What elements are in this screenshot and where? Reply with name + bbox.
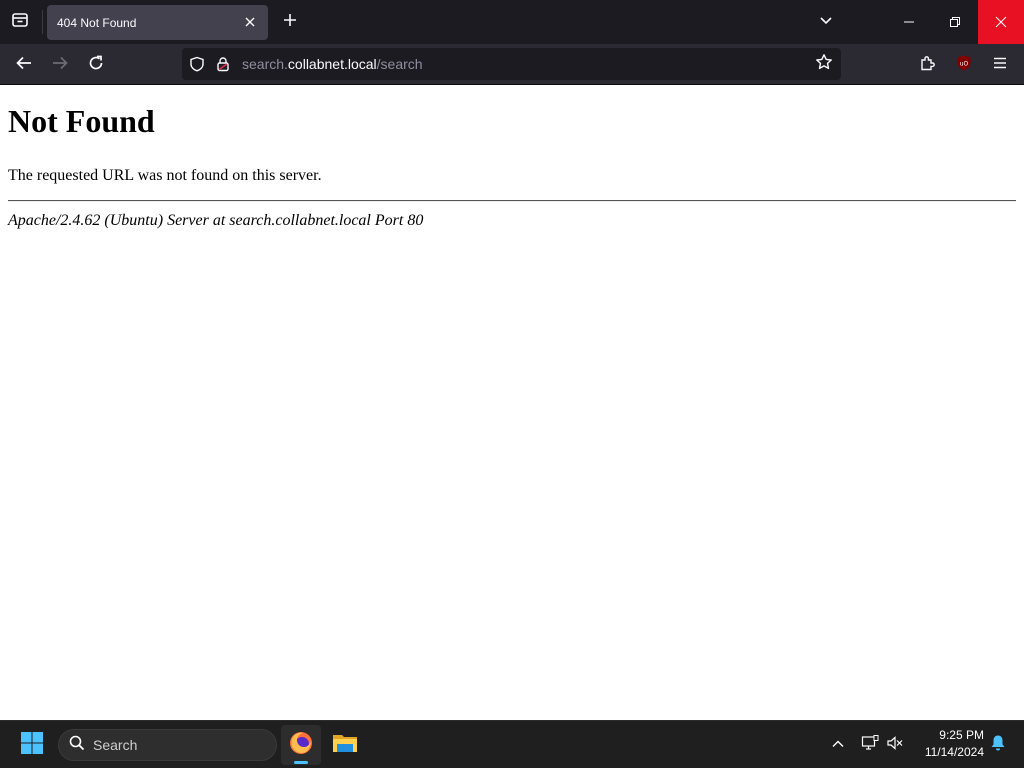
network-status-button[interactable] — [857, 731, 883, 759]
ublock-origin-button[interactable]: uO — [949, 50, 979, 80]
restore-icon — [949, 13, 961, 32]
minimize-window-button[interactable] — [886, 0, 932, 44]
forward-arrow-icon — [51, 54, 69, 76]
lock-icon[interactable] — [210, 51, 236, 77]
reload-button[interactable] — [81, 50, 111, 80]
firefox-icon — [288, 730, 314, 760]
chevron-up-icon — [831, 736, 845, 755]
close-window-button[interactable] — [978, 0, 1024, 44]
plus-icon — [282, 12, 298, 32]
notification-bell-icon — [990, 734, 1006, 756]
taskbar-app-firefox[interactable] — [281, 725, 321, 765]
notifications-button[interactable] — [985, 731, 1011, 759]
browser-titlebar: 404 Not Found — [0, 0, 1024, 44]
network-icon — [861, 735, 879, 755]
volume-button[interactable] — [882, 731, 908, 759]
close-tab-button[interactable] — [238, 11, 262, 35]
close-icon — [244, 13, 256, 32]
windows-taskbar: Search 9:25 PM 11/14/2024 — [0, 720, 1024, 768]
taskbar-app-file-explorer[interactable] — [325, 725, 365, 765]
back-arrow-icon — [15, 54, 33, 76]
svg-text:uO: uO — [960, 61, 969, 68]
star-icon — [815, 53, 833, 75]
divider — [8, 200, 1016, 202]
reload-icon — [87, 54, 105, 76]
volume-muted-icon — [886, 735, 904, 755]
windows-logo-icon — [20, 731, 44, 759]
new-tab-button[interactable] — [276, 8, 304, 36]
clock-time: 9:25 PM — [939, 728, 984, 742]
taskbar-clock[interactable]: 9:25 PM 11/14/2024 — [912, 727, 984, 763]
tracking-protection-icon[interactable] — [184, 51, 210, 77]
close-window-icon — [995, 13, 1007, 32]
address-bar[interactable]: search.collabnet.local/search — [182, 48, 841, 80]
search-icon — [69, 735, 85, 755]
minimize-icon — [903, 13, 915, 32]
url-prefix: search. — [242, 56, 288, 72]
titlebar-separator — [42, 10, 43, 34]
hamburger-menu-icon — [992, 55, 1008, 75]
server-signature: Apache/2.4.62 (Ubuntu) Server at search.… — [8, 212, 424, 229]
error-message: The requested URL was not found on this … — [8, 167, 322, 184]
chevron-down-icon — [818, 12, 834, 32]
forward-button[interactable] — [45, 50, 75, 80]
file-explorer-icon — [332, 730, 358, 760]
active-app-indicator — [294, 761, 308, 764]
url-text[interactable]: search.collabnet.local/search — [242, 56, 809, 72]
navigation-toolbar: search.collabnet.local/search uO — [0, 44, 1024, 85]
page-content: Not Found The requested URL was not foun… — [0, 85, 1024, 720]
page-heading: Not Found — [8, 103, 155, 139]
url-path: /search — [376, 56, 423, 72]
show-hidden-icons-button[interactable] — [825, 731, 851, 759]
back-button[interactable] — [9, 50, 39, 80]
application-menu-button[interactable] — [985, 50, 1015, 80]
taskbar-search-box[interactable]: Search — [58, 729, 277, 761]
puzzle-icon — [919, 54, 937, 76]
extensions-button[interactable] — [913, 50, 943, 80]
bookmark-button[interactable] — [809, 49, 839, 79]
firefox-view-button[interactable] — [6, 8, 34, 36]
taskbar-search-label: Search — [93, 737, 138, 753]
ublock-origin-icon: uO — [955, 54, 973, 76]
clock-date: 11/14/2024 — [924, 745, 984, 759]
tab-title: 404 Not Found — [57, 15, 137, 30]
tab-active[interactable]: 404 Not Found — [47, 5, 268, 40]
list-all-tabs-button[interactable] — [812, 8, 840, 36]
start-button[interactable] — [12, 727, 52, 763]
restore-window-button[interactable] — [932, 0, 978, 44]
firefox-view-icon — [11, 11, 29, 33]
url-host: collabnet.local — [287, 56, 377, 72]
